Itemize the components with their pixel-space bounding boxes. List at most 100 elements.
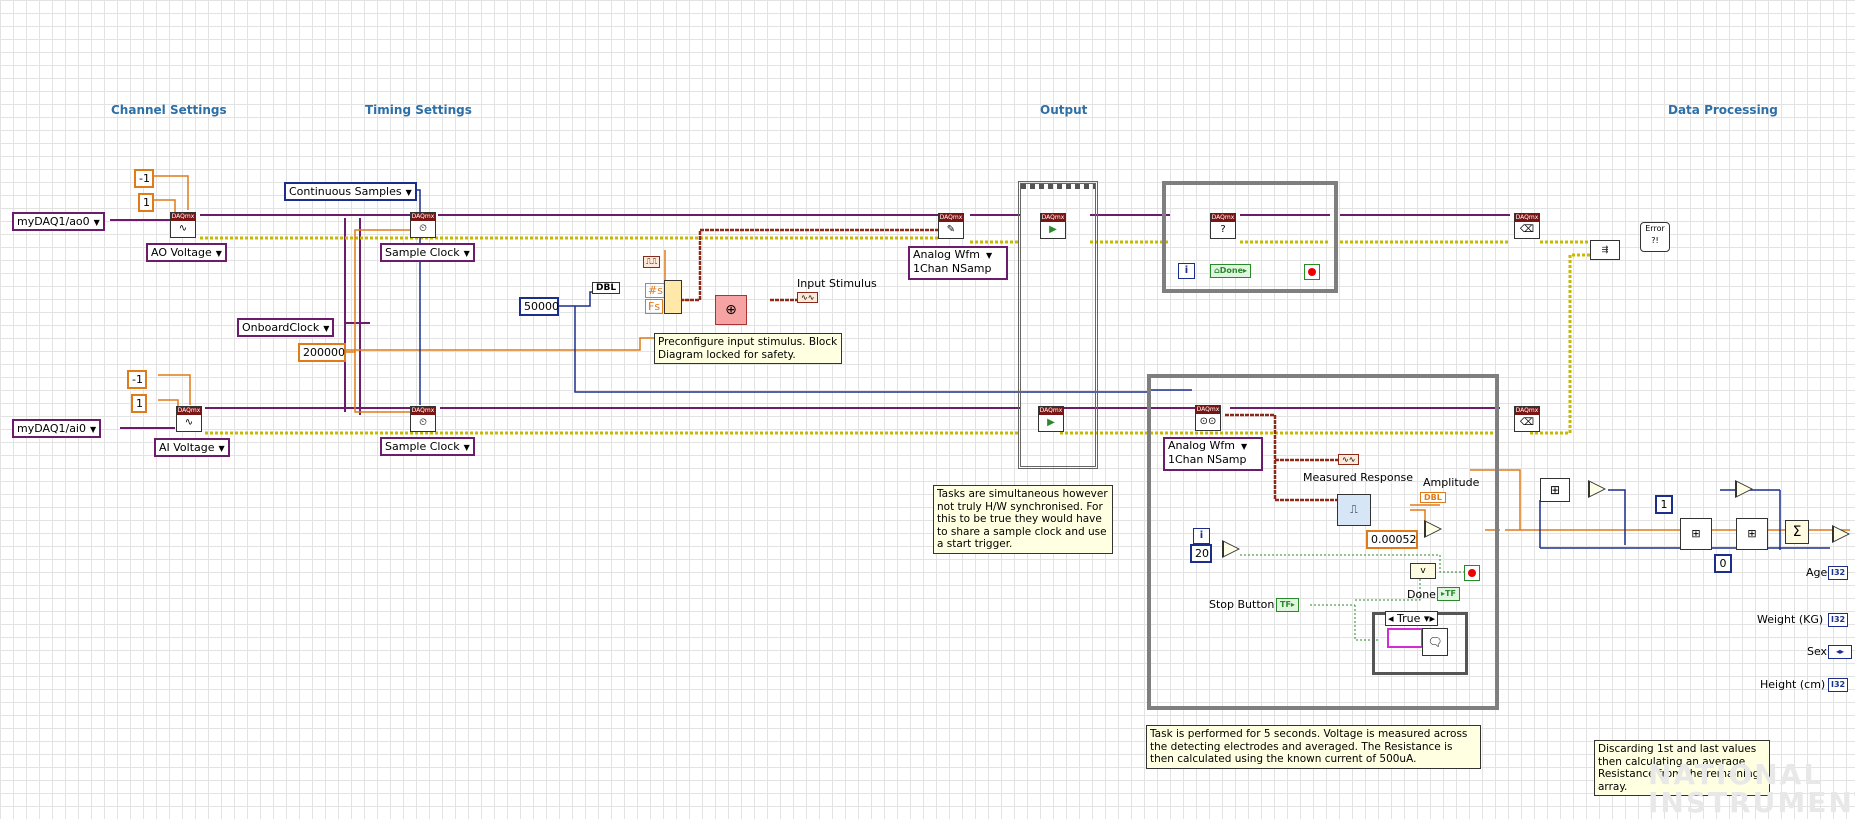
sample-mode-enum[interactable]: Continuous Samples ▼ xyxy=(284,182,417,201)
array-subset-node-2[interactable]: ⊞ xyxy=(1736,518,1768,550)
amplitude-measure-icon[interactable]: ⎍ xyxy=(1337,494,1371,526)
chevron-down-icon: ▼ xyxy=(218,444,225,453)
clock-icon: ⏲ xyxy=(419,223,427,234)
const-neg1-ao[interactable]: -1 xyxy=(134,169,154,188)
stop-condition-input-icon[interactable] xyxy=(1464,565,1480,581)
daqmx-timing-ai[interactable]: DAQmx ⏲ xyxy=(410,406,436,432)
ai-channel-control[interactable]: myDAQ1/ai0 ▼ xyxy=(12,419,102,438)
age-label: Age xyxy=(1806,566,1828,579)
simple-error-handler[interactable]: Error?! xyxy=(1640,222,1670,252)
ns-terminal[interactable]: #s xyxy=(645,283,666,298)
section-timing-settings: Timing Settings xyxy=(365,103,472,117)
daqmx-is-done-node[interactable]: DAQmx? xyxy=(1210,213,1236,239)
read-mode-selector[interactable]: Analog Wfm ▼ 1Chan NSamp xyxy=(1163,437,1263,471)
play-icon: ▶ xyxy=(1049,224,1057,235)
const-0-index[interactable]: 0 xyxy=(1714,554,1732,573)
or-node[interactable]: v xyxy=(1410,563,1436,579)
array-size-node[interactable]: ⊞ xyxy=(1540,478,1570,502)
daqmx-start-ai[interactable]: DAQmx ▶ xyxy=(1038,406,1064,432)
decrement-node-1[interactable] xyxy=(1588,480,1606,498)
case-label: True xyxy=(1397,612,1421,625)
ai-channel-label: myDAQ1/ai0 xyxy=(17,422,86,435)
dialog-icon[interactable]: 🗨 xyxy=(1422,628,1448,656)
sex-indicator[interactable]: ◂▸ xyxy=(1828,645,1852,659)
clock-source-control[interactable]: OnboardClock ▼ xyxy=(237,318,335,337)
daqmx-header-icon: DAQmx xyxy=(1515,407,1539,415)
signal-generator-icon[interactable]: ⊕ xyxy=(715,295,747,325)
daqmx-header-icon: DAQmx xyxy=(1039,407,1063,415)
daqmx-start-ao[interactable]: DAQmx ▶ xyxy=(1040,213,1066,239)
note-task-performed: Task is performed for 5 seconds. Voltage… xyxy=(1146,725,1481,769)
sample-clock-label: Sample Clock xyxy=(385,440,460,453)
input-stimulus-indicator[interactable]: ∿∿ xyxy=(797,292,819,303)
daqmx-header-icon: DAQmx xyxy=(177,407,201,415)
daqmx-clear-ai[interactable]: DAQmx ⌫ xyxy=(1514,406,1540,432)
to-dbl-node[interactable]: DBL xyxy=(592,282,621,294)
rate-constant[interactable]: 200000 xyxy=(298,343,346,362)
write-mode-selector[interactable]: Analog Wfm ▼ 1Chan NSamp xyxy=(908,246,1008,280)
sum-icon[interactable]: Σ xyxy=(1785,520,1809,544)
done-indicator[interactable]: ⌂Done▸ xyxy=(1210,264,1252,278)
done-indicator-2[interactable]: ▸TF xyxy=(1437,587,1460,601)
daqmx-read-node[interactable]: DAQmx ⊙⊙ xyxy=(1195,405,1221,431)
ao-channel-control[interactable]: myDAQ1/ao0 ▼ xyxy=(12,212,105,231)
ao-channel-label: myDAQ1/ao0 xyxy=(17,215,90,228)
pencil-icon: ✎ xyxy=(946,224,956,235)
daqmx-timing-ao[interactable]: DAQmx ⏲ xyxy=(410,212,436,238)
age-indicator[interactable]: I32 xyxy=(1828,566,1849,580)
ao-voltage-label: AO Voltage xyxy=(151,246,212,259)
const-1-index[interactable]: 1 xyxy=(1655,495,1673,514)
daqmx-header-icon: DAQmx xyxy=(411,407,435,415)
done-label-2: Done xyxy=(1407,588,1436,601)
merge-errors-node[interactable]: ⇶ xyxy=(1590,240,1620,260)
note-tasks: Tasks are simultaneous however not truly… xyxy=(933,485,1113,554)
array-subset-node[interactable]: ⊞ xyxy=(1680,518,1712,550)
iteration-terminal-input: i xyxy=(1193,528,1210,544)
height-indicator[interactable]: I32 xyxy=(1828,678,1849,692)
watermark-line2: INSTRUMENTS xyxy=(1648,786,1855,819)
ao-voltage-selector[interactable]: AO Voltage ▼ xyxy=(146,243,227,262)
decrement-node-2[interactable] xyxy=(1735,480,1753,498)
write-mode-line2: 1Chan NSamp xyxy=(913,262,992,275)
const-neg1-ai[interactable]: -1 xyxy=(127,370,147,389)
sample-clock-selector-2[interactable]: Sample Clock ▼ xyxy=(380,437,475,456)
daqmx-create-channel-ao[interactable]: DAQmx ∿ xyxy=(170,212,196,238)
daqmx-clear-ao[interactable]: DAQmx ⌫ xyxy=(1514,213,1540,239)
sample-clock-selector-1[interactable]: Sample Clock ▼ xyxy=(380,243,475,262)
section-output: Output xyxy=(1040,103,1088,117)
wire-layer xyxy=(110,175,1850,641)
greater-or-equal-node[interactable] xyxy=(1222,540,1240,558)
chevron-down-icon: ▼ xyxy=(93,218,100,227)
string-constant[interactable] xyxy=(1387,628,1423,648)
count-20-constant[interactable]: 20 xyxy=(1190,544,1212,563)
daqmx-header-icon: DAQmx xyxy=(171,213,195,221)
divide-node-2[interactable] xyxy=(1832,525,1850,543)
const-1-ao[interactable]: 1 xyxy=(138,193,154,212)
amplitude-indicator[interactable]: DBL xyxy=(1420,492,1446,503)
bundle-node[interactable] xyxy=(664,280,682,314)
waveform-const-icon[interactable]: ⎍⎍ xyxy=(643,256,661,268)
samples-constant[interactable]: 50000 xyxy=(519,297,559,316)
stop-condition-icon[interactable] xyxy=(1304,264,1320,280)
const-1-ai[interactable]: 1 xyxy=(131,394,147,413)
divide-node[interactable] xyxy=(1424,520,1442,538)
chevron-right-icon: ▸ xyxy=(1429,612,1435,625)
fs-terminal[interactable]: Fs xyxy=(645,299,664,314)
clock-source-label: OnboardClock xyxy=(242,321,320,334)
ai-voltage-selector[interactable]: AI Voltage ▼ xyxy=(154,438,230,457)
daqmx-header-icon: DAQmx xyxy=(1196,406,1220,414)
weight-indicator[interactable]: I32 xyxy=(1828,613,1849,627)
measured-response-indicator[interactable]: ∿∿ xyxy=(1338,454,1360,465)
case-selector[interactable]: ◂ True ▾▸ xyxy=(1385,611,1438,626)
glasses-icon: ⊙⊙ xyxy=(1199,416,1217,427)
question-icon: ? xyxy=(1220,224,1226,235)
daqmx-write-node[interactable]: DAQmx ✎ xyxy=(938,213,964,239)
daqmx-header-icon: DAQmx xyxy=(939,214,963,222)
daqmx-create-channel-ai[interactable]: DAQmx ∿ xyxy=(176,406,202,432)
eraser-icon: ⌫ xyxy=(1519,224,1535,235)
clock-icon: ⏲ xyxy=(419,417,427,428)
current-constant[interactable]: 0.00052 xyxy=(1366,530,1418,549)
height-label: Height (cm) xyxy=(1760,678,1826,691)
input-stimulus-label: Input Stimulus xyxy=(797,277,877,290)
stop-button-control[interactable]: TF▸ xyxy=(1276,598,1299,612)
